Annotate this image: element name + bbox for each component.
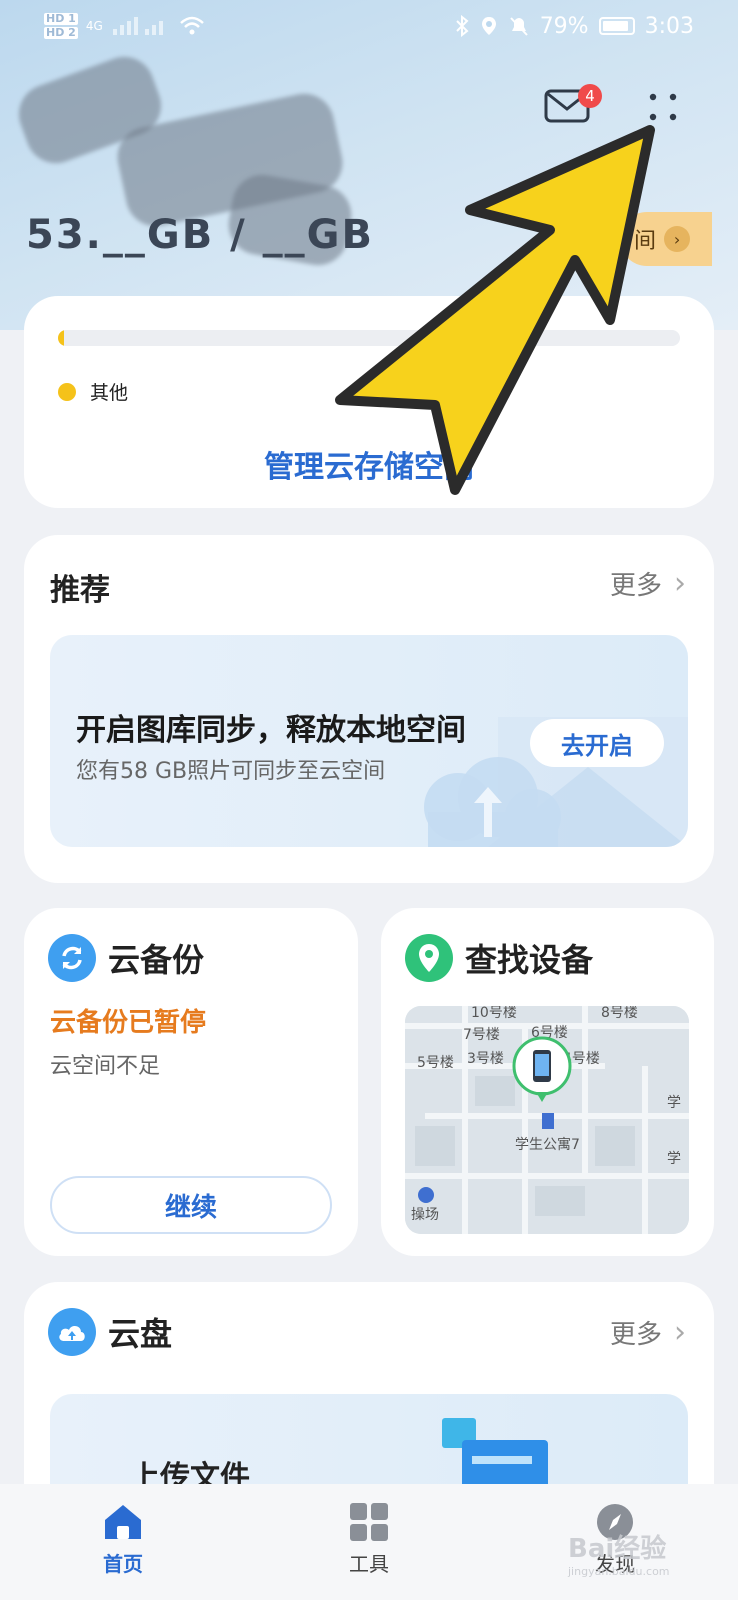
recommend-more-label: 更多: [609, 571, 662, 601]
backup-reason: 云空间不足: [50, 1054, 161, 1079]
storage-bar: [58, 330, 680, 346]
map-label: 7号楼: [463, 1027, 500, 1043]
mail-badge: 4: [578, 84, 602, 108]
enable-sync-button[interactable]: 去开启: [530, 719, 664, 767]
backup-status: 云备份已暂停: [50, 1008, 207, 1038]
location-pin-icon: [405, 934, 453, 982]
map-label: 操场: [411, 1207, 439, 1223]
map-label: 5号楼: [417, 1055, 454, 1071]
watermark-text: Bai经验: [568, 1534, 667, 1564]
nav-home[interactable]: 首页: [43, 1502, 203, 1577]
watermark-url: jingyan.baidu.com: [568, 1565, 670, 1578]
building-icon: [542, 1113, 554, 1129]
cloud-disk-header: 云盘: [48, 1308, 172, 1356]
manage-storage-link[interactable]: 管理云存储空间: [24, 442, 714, 486]
map-label: 学生公寓7: [515, 1137, 580, 1153]
nav-tools[interactable]: 工具: [289, 1502, 449, 1577]
backup-header: 云备份: [48, 934, 204, 982]
mute-bell-icon: [509, 17, 528, 36]
stadium-icon: [418, 1187, 434, 1203]
cloud-disk-more-label: 更多: [609, 1320, 662, 1350]
more-options-icon[interactable]: [646, 90, 680, 124]
signal-icon: [112, 17, 163, 35]
sim1-label: HD 1: [44, 12, 78, 25]
map-label: 8号楼: [601, 1006, 638, 1021]
nav-home-label: 首页: [103, 1551, 143, 1576]
map-label: 3号楼: [467, 1051, 504, 1067]
legend-label-other: 其他: [90, 382, 129, 404]
battery-icon: [598, 17, 635, 35]
chevron-right-icon: ›: [664, 226, 691, 252]
find-device-card[interactable]: 查找设备 10号楼 8号楼 7号楼 6号楼 5号楼 3号楼 4号楼 学生公寓7 …: [381, 908, 714, 1256]
sim-indicators: HD 1 HD 2: [44, 13, 78, 39]
tools-grid-icon: [350, 1502, 388, 1541]
bluetooth-icon: [455, 15, 469, 37]
storage-legend: 其他: [58, 378, 128, 405]
recommend-title: 推荐: [50, 573, 110, 608]
status-right: 79% 3:03: [454, 14, 694, 39]
map-label: 学: [667, 1151, 681, 1167]
sim2-label: HD 2: [44, 26, 78, 39]
cloud-backup-card[interactable]: 云备份 云备份已暂停 云空间不足 继续: [24, 908, 358, 1256]
find-device-header: 查找设备: [405, 934, 593, 982]
cloud-disk-icon: [48, 1308, 96, 1356]
banner-subtitle: 您有58 GB照片可同步至云空间: [76, 759, 386, 784]
continue-backup-button[interactable]: 继续: [50, 1176, 332, 1234]
recommend-more-link[interactable]: 更多 ›: [610, 565, 686, 602]
nav-tools-label: 工具: [349, 1551, 389, 1576]
chevron-right-icon: ›: [674, 1315, 686, 1350]
find-device-title: 查找设备: [465, 941, 594, 979]
storage-card: 其他 管理云存储空间: [24, 296, 714, 508]
storage-bar-fill: [58, 330, 65, 346]
plan-pill[interactable]: 间 ›: [620, 212, 712, 266]
banner-title: 开启图库同步，释放本地空间: [76, 713, 466, 748]
device-marker-icon: [512, 1036, 572, 1102]
recommend-card: 推荐 更多 › 开启图库同步，释放本地空间 您有58 GB照片可同步至云空间 去…: [24, 535, 714, 883]
map-label: 学: [667, 1095, 681, 1111]
chevron-right-icon: ›: [674, 566, 686, 601]
legend-dot-other: [58, 382, 76, 401]
backup-title: 云备份: [108, 941, 205, 979]
wifi-icon: [179, 16, 204, 35]
status-left: HD 1 HD 2 4G: [44, 13, 205, 39]
location-icon: [481, 17, 496, 35]
device-map[interactable]: 10号楼 8号楼 7号楼 6号楼 5号楼 3号楼 4号楼 学生公寓7 操场 学 …: [405, 1006, 689, 1234]
battery-percent: 79%: [539, 13, 589, 39]
map-label: 10号楼: [471, 1006, 517, 1021]
home-icon: [105, 1504, 141, 1539]
cloud-disk-more-link[interactable]: 更多 ›: [610, 1314, 686, 1351]
watermark: Bai经验 jingyan.baidu.com: [568, 1528, 670, 1578]
backup-icon: [48, 934, 96, 982]
plan-pill-label: 间: [634, 229, 657, 254]
gallery-sync-banner[interactable]: 开启图库同步，释放本地空间 您有58 GB照片可同步至云空间 去开启: [50, 635, 688, 847]
status-bar: HD 1 HD 2 4G 79% 3:03: [0, 0, 738, 52]
cloud-disk-title: 云盘: [108, 1315, 173, 1353]
storage-usage-text: 53.__GB / __GB: [26, 212, 374, 258]
clock: 3:03: [644, 13, 694, 39]
network-label: 4G: [85, 19, 103, 33]
